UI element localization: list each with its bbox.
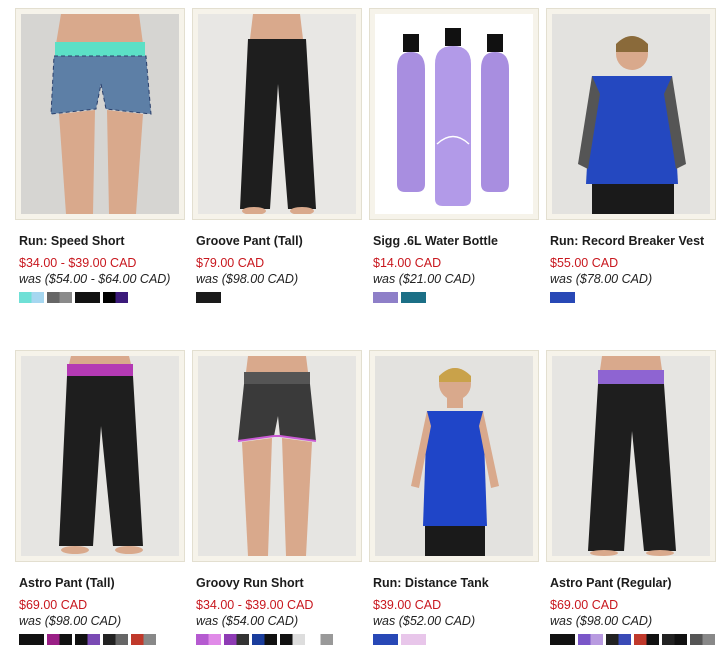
product-card: Astro Pant (Regular) $69.00 CAD was ($98… [546,350,716,645]
color-swatch[interactable] [308,634,333,645]
color-swatch[interactable] [19,634,44,645]
color-swatch[interactable] [578,634,603,645]
product-image-link[interactable] [15,8,185,220]
color-swatch[interactable] [550,634,575,645]
color-swatch[interactable] [634,634,659,645]
color-swatches [196,634,362,645]
product-card: Run: Distance Tank $39.00 CAD was ($52.0… [369,350,539,645]
product-photo [198,14,356,214]
product-image-link[interactable] [369,8,539,220]
color-swatch[interactable] [103,292,128,303]
product-photo [375,14,533,214]
color-swatch[interactable] [75,292,100,303]
sale-price: $55.00 CAD [550,256,619,270]
color-swatches [19,292,185,303]
color-swatch[interactable] [252,634,277,645]
color-swatch[interactable] [47,634,72,645]
product-image-link[interactable] [192,8,362,220]
color-swatches [373,292,539,303]
product-card: Run: Speed Short $34.00 - $39.00 CAD was… [15,8,185,303]
color-swatch[interactable] [606,634,631,645]
product-card: Groove Pant (Tall) $79.00 CAD was ($98.0… [192,8,362,303]
product-card: Groovy Run Short $34.00 - $39.00 CAD was… [192,350,362,645]
product-card: Sigg .6L Water Bottle $14.00 CAD was ($2… [369,8,539,303]
sale-price: $39.00 CAD [373,598,442,612]
product-name-link[interactable]: Run: Distance Tank [373,576,539,590]
color-swatches [550,292,716,303]
product-name-link[interactable]: Run: Speed Short [19,234,185,248]
original-price: was ($54.00 - $64.00 CAD) [19,272,171,286]
product-name-link[interactable]: Astro Pant (Regular) [550,576,716,590]
color-swatch[interactable] [373,634,398,645]
color-swatch[interactable] [690,634,715,645]
color-swatches [373,634,539,645]
product-name-link[interactable]: Sigg .6L Water Bottle [373,234,539,248]
product-name-link[interactable]: Astro Pant (Tall) [19,576,185,590]
product-photo [198,356,356,556]
product-name-link[interactable]: Groove Pant (Tall) [196,234,362,248]
original-price: was ($98.00 CAD) [550,614,653,628]
product-card: Run: Record Breaker Vest $55.00 CAD was … [546,8,716,303]
color-swatches [550,634,716,645]
color-swatch[interactable] [662,634,687,645]
color-swatch[interactable] [373,292,398,303]
product-image-link[interactable] [192,350,362,562]
color-swatch[interactable] [280,634,305,645]
sale-price: $79.00 CAD [196,256,265,270]
product-name-link[interactable]: Groovy Run Short [196,576,362,590]
color-swatch[interactable] [103,634,128,645]
color-swatch[interactable] [224,634,249,645]
original-price: was ($21.00 CAD) [373,272,476,286]
color-swatch[interactable] [19,292,44,303]
original-price: was ($98.00 CAD) [19,614,122,628]
original-price: was ($78.00 CAD) [550,272,653,286]
color-swatch[interactable] [401,634,426,645]
product-name-link[interactable]: Run: Record Breaker Vest [550,234,716,248]
color-swatch[interactable] [75,634,100,645]
original-price: was ($54.00 CAD) [196,614,299,628]
product-image-link[interactable] [546,8,716,220]
original-price: was ($52.00 CAD) [373,614,476,628]
color-swatch[interactable] [47,292,72,303]
color-swatch[interactable] [550,292,575,303]
sale-price: $34.00 - $39.00 CAD [196,598,314,612]
product-photo [552,356,710,556]
product-photo [21,14,179,214]
product-image-link[interactable] [369,350,539,562]
sale-price: $69.00 CAD [19,598,88,612]
color-swatches [196,292,362,303]
color-swatch[interactable] [401,292,426,303]
color-swatch[interactable] [131,634,156,645]
original-price: was ($98.00 CAD) [196,272,299,286]
sale-price: $14.00 CAD [373,256,442,270]
product-image-link[interactable] [15,350,185,562]
product-photo [552,14,710,214]
product-image-link[interactable] [546,350,716,562]
product-photo [21,356,179,556]
product-card: Astro Pant (Tall) $69.00 CAD was ($98.00… [15,350,185,645]
color-swatch[interactable] [196,292,221,303]
product-photo [375,356,533,556]
sale-price: $34.00 - $39.00 CAD [19,256,137,270]
color-swatches [19,634,185,645]
sale-price: $69.00 CAD [550,598,619,612]
color-swatch[interactable] [196,634,221,645]
